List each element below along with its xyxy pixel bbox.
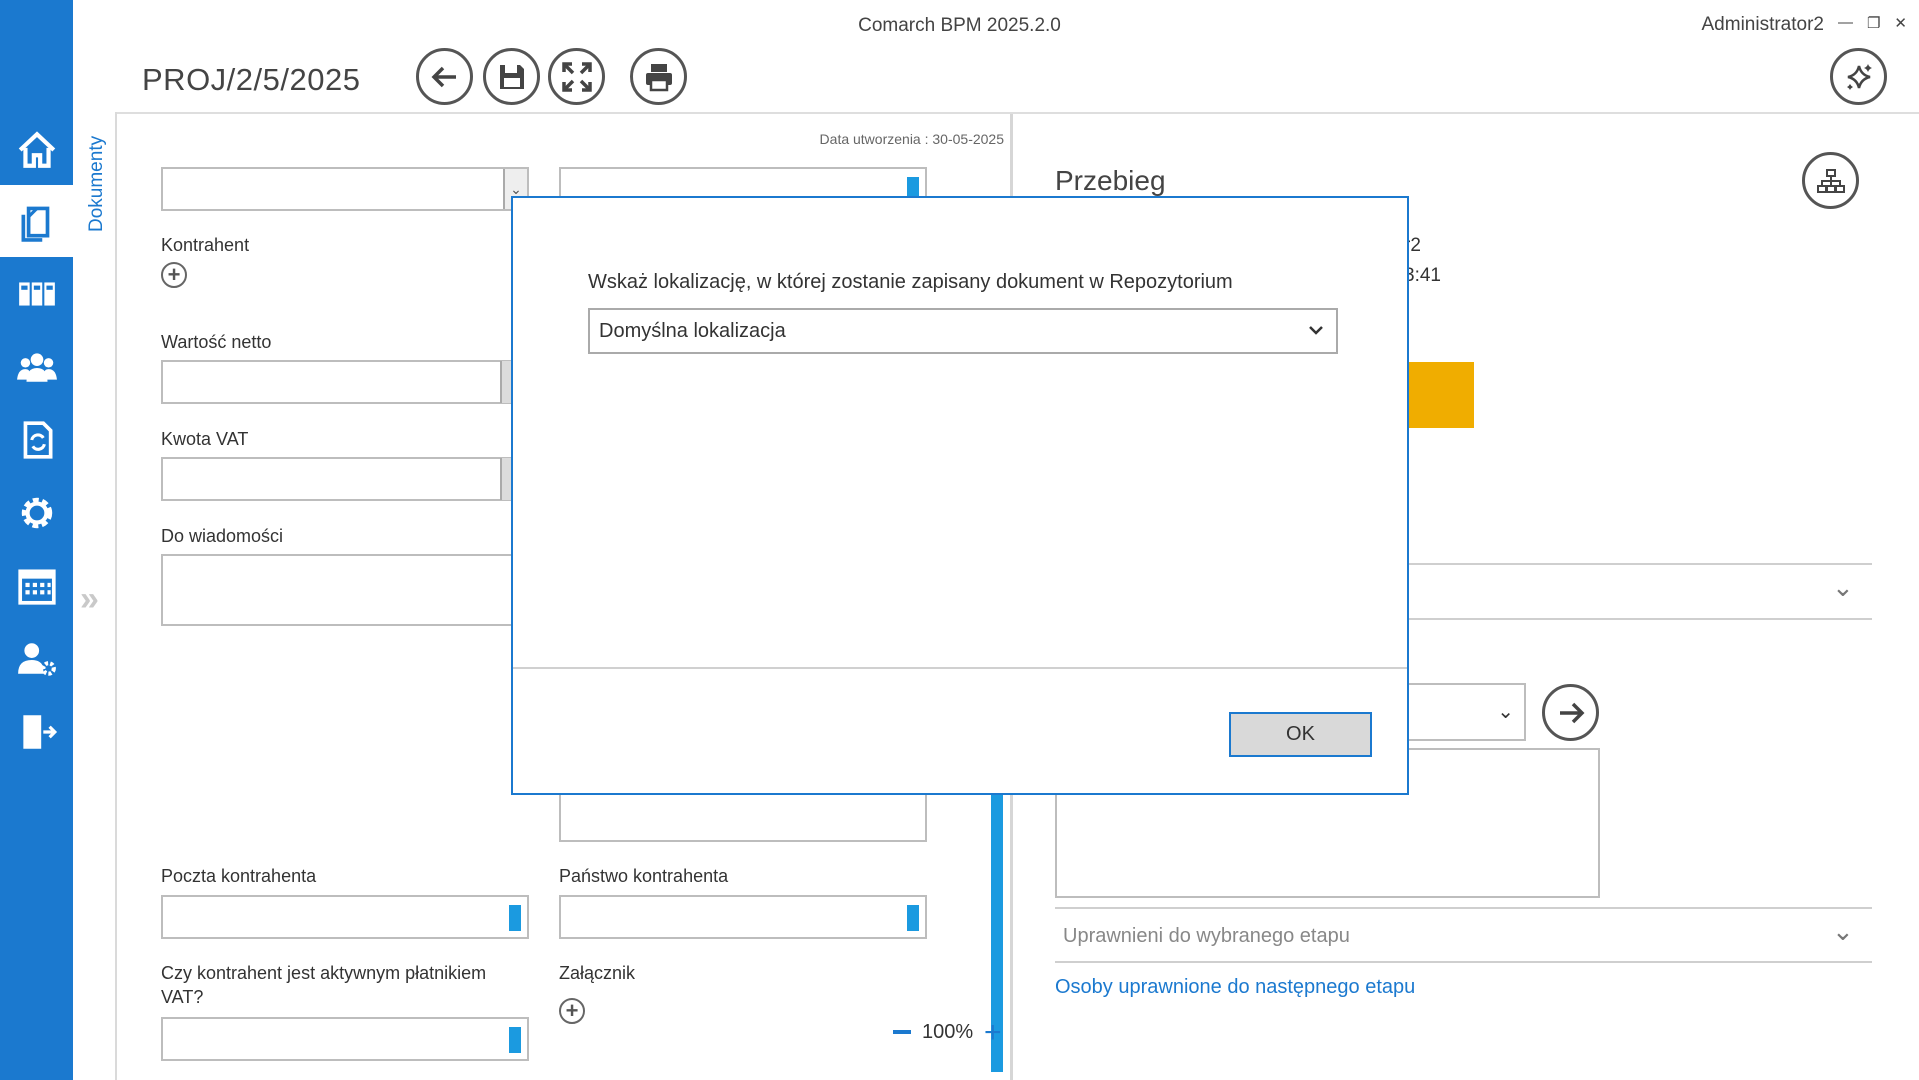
field-marker <box>509 905 521 931</box>
nav-logout[interactable] <box>0 696 73 768</box>
chevron-down-icon[interactable]: ⌄ <box>1832 572 1854 603</box>
status-indicator <box>1404 362 1474 428</box>
panstwo-input[interactable] <box>559 895 927 939</box>
print-icon <box>645 63 672 91</box>
dialog-prompt: Wskaż lokalizację, w której zostanie zap… <box>588 271 1233 293</box>
calendar-icon <box>17 569 56 605</box>
save-button[interactable] <box>483 48 540 105</box>
sparkle-icon <box>1846 63 1872 90</box>
ok-button[interactable]: OK <box>1229 712 1372 757</box>
przebieg-title: Przebieg <box>1055 165 1166 196</box>
refresh-document-icon <box>23 421 52 459</box>
add-attachment-button[interactable]: + <box>559 998 585 1024</box>
right-textarea[interactable] <box>559 790 927 842</box>
panstwo-label: Państwo kontrahenta <box>559 866 729 886</box>
kontrahent-label: Kontrahent <box>161 235 250 255</box>
nav-documents[interactable] <box>0 185 73 257</box>
location-select[interactable]: Domyślna lokalizacja <box>588 308 1338 354</box>
kwota-vat-input[interactable] <box>161 457 529 501</box>
nav-users[interactable] <box>0 331 73 403</box>
documents-tab-label[interactable]: Dokumenty <box>86 82 110 232</box>
vat-payer-input[interactable] <box>161 1017 529 1061</box>
stage-select[interactable]: ⌄ <box>1404 683 1526 741</box>
document-number: PROJ/2/5/2025 <box>142 62 361 97</box>
print-button[interactable] <box>630 48 687 105</box>
vat-payer-label-line1: Czy kontrahent jest aktywnym płatnikiem <box>161 963 487 983</box>
section-rule <box>1055 961 1872 963</box>
repository-location-dialog: Wskaż lokalizację, w której zostanie zap… <box>511 196 1409 795</box>
nav-archive[interactable] <box>0 258 73 330</box>
field-marker <box>509 1027 521 1053</box>
fullscreen-button[interactable] <box>548 48 605 105</box>
nav-user-settings[interactable] <box>0 623 73 695</box>
zoom-out-button[interactable] <box>893 1030 911 1034</box>
minimize-icon[interactable]: — <box>1838 14 1853 32</box>
wartosc-netto-input[interactable] <box>161 360 529 404</box>
next-stage-button[interactable] <box>1542 684 1599 741</box>
zoom-level: 100% <box>922 1021 974 1043</box>
do-wiadomosci-input[interactable] <box>161 554 529 626</box>
gear-icon <box>21 497 52 529</box>
org-chart-icon <box>1816 168 1845 193</box>
created-date: Data utworzenia : 30-05-2025 <box>819 131 1004 147</box>
fullscreen-icon <box>561 61 592 92</box>
nav-settings[interactable] <box>0 477 73 549</box>
user-name[interactable]: Administrator2 <box>1702 14 1825 36</box>
chevron-down-icon: ⌄ <box>1497 701 1514 723</box>
header-divider <box>117 112 1919 114</box>
window-controls: — ❐ ✕ <box>1838 14 1907 32</box>
section-rule <box>1404 563 1872 565</box>
close-icon[interactable]: ✕ <box>1894 14 1907 32</box>
privileged-users-dropdown[interactable]: Uprawnieni do wybranego etapu <box>1063 925 1350 948</box>
wartosc-netto-label: Wartość netto <box>161 332 272 352</box>
forward-arrow-icon <box>1559 702 1584 723</box>
do-wiadomosci-label: Do wiadomości <box>161 526 284 546</box>
chevron-down-icon[interactable]: ⌄ <box>1832 916 1854 947</box>
ai-assistant-button[interactable] <box>1830 48 1887 105</box>
poczta-input[interactable] <box>161 895 529 939</box>
process-map-button[interactable] <box>1802 152 1859 209</box>
home-icon <box>18 131 55 168</box>
poczta-label: Poczta kontrahenta <box>161 866 317 886</box>
type-dropdown[interactable]: ⌄ <box>161 167 529 211</box>
main-navigation <box>0 0 73 1080</box>
dialog-divider <box>513 667 1407 669</box>
kwota-vat-label: Kwota VAT <box>161 429 249 449</box>
save-icon <box>499 64 524 89</box>
documents-icon <box>21 206 49 242</box>
nav-workflow[interactable] <box>0 404 73 476</box>
zoom-in-button[interactable]: + <box>984 1018 1002 1048</box>
zalacznik-label: Załącznik <box>559 963 636 983</box>
vat-payer-label-line2: VAT? <box>161 987 204 1007</box>
location-select-value: Domyślna lokalizacja <box>599 320 786 342</box>
app-title: Comarch BPM 2025.2.0 <box>858 15 1061 36</box>
binders-icon <box>18 282 55 306</box>
field-marker <box>907 905 919 931</box>
user-gear-icon <box>17 643 56 676</box>
add-kontrahent-button[interactable]: + <box>161 262 187 288</box>
nav-calendar[interactable] <box>0 550 73 622</box>
expand-chevrons-icon[interactable]: » <box>80 580 99 619</box>
users-icon <box>16 353 57 382</box>
back-arrow-icon <box>431 66 456 87</box>
back-button[interactable] <box>416 48 473 105</box>
restore-icon[interactable]: ❐ <box>1867 14 1880 32</box>
section-rule <box>1055 907 1872 909</box>
chevron-down-icon <box>1309 326 1323 335</box>
next-stage-users-link[interactable]: Osoby uprawnione do następnego etapu <box>1055 976 1415 999</box>
nav-home[interactable] <box>0 114 73 186</box>
section-rule <box>1404 618 1872 620</box>
exit-icon <box>22 715 57 749</box>
partial-time-text: 3:41 <box>1404 265 1441 286</box>
